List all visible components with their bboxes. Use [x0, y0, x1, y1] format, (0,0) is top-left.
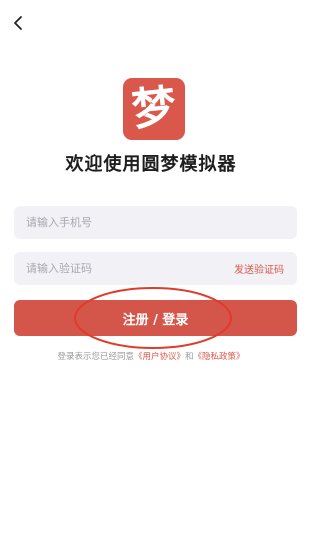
- send-code-button[interactable]: 发送验证码: [234, 261, 297, 276]
- verification-code-input[interactable]: [14, 252, 234, 285]
- agreement-prefix: 登录表示您已经同意: [57, 352, 134, 362]
- user-agreement-link[interactable]: 《用户协议》: [134, 352, 185, 362]
- phone-field: [14, 206, 297, 239]
- logo-character: 梦: [129, 80, 179, 137]
- agreement-text: 登录表示您已经同意《用户协议》和《隐私政策》: [0, 350, 302, 362]
- code-field: 发送验证码: [14, 252, 297, 285]
- register-login-button[interactable]: 注册 / 登录: [14, 300, 297, 336]
- back-button[interactable]: [8, 14, 28, 36]
- chevron-left-icon: [12, 15, 24, 35]
- agreement-and: 和: [185, 352, 194, 362]
- phone-input[interactable]: [14, 206, 297, 239]
- app-logo: 梦: [123, 78, 185, 140]
- login-screen: 梦 欢迎使用圆梦模拟器 发送验证码 注册 / 登录 登录表示您已经同意《用户协议…: [0, 0, 302, 546]
- welcome-title: 欢迎使用圆梦模拟器: [65, 154, 237, 175]
- register-login-label: 注册 / 登录: [122, 312, 189, 328]
- privacy-policy-link[interactable]: 《隐私政策》: [194, 352, 245, 362]
